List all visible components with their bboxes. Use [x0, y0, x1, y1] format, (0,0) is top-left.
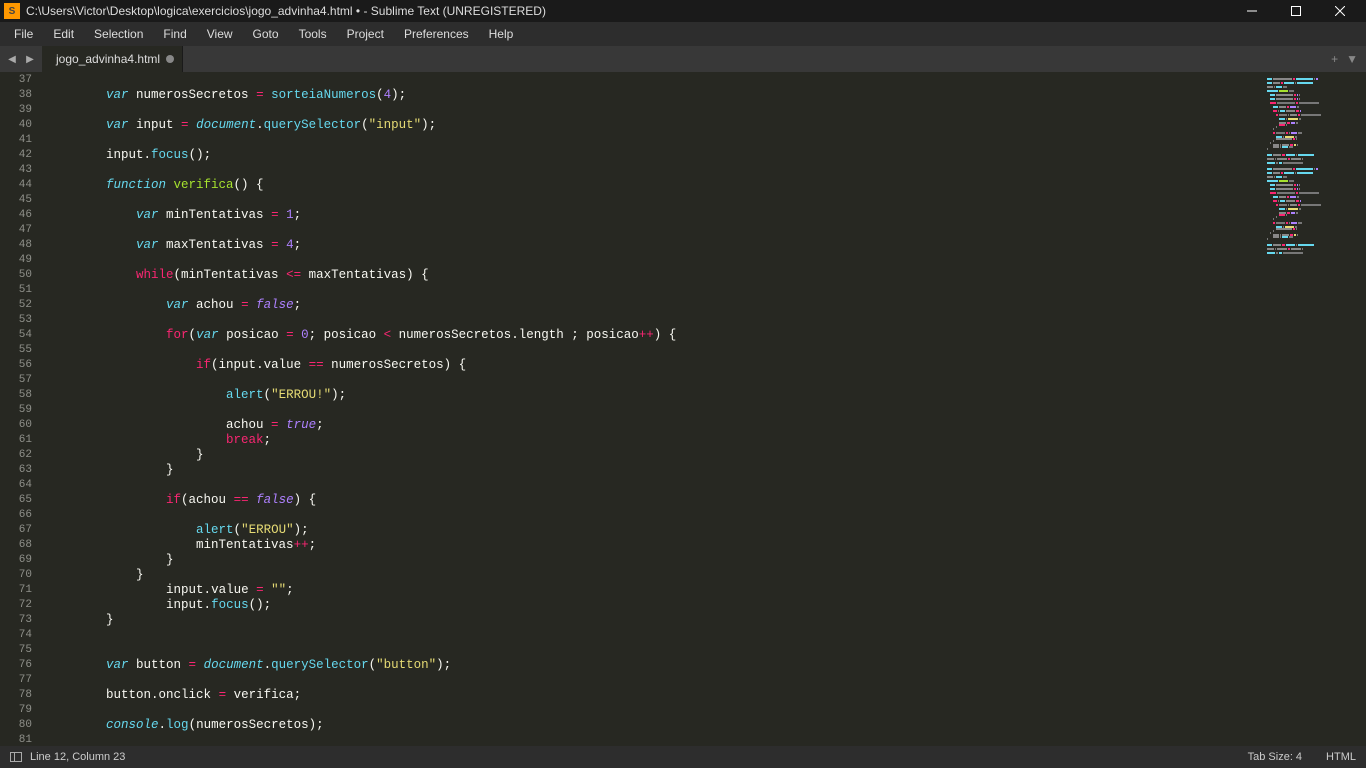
tab-menu-icon[interactable]: ▼ [1346, 52, 1358, 66]
app-icon: S [4, 3, 20, 19]
syntax-mode[interactable]: HTML [1326, 751, 1356, 763]
menu-file[interactable]: File [4, 24, 43, 44]
dirty-indicator-icon [166, 55, 174, 63]
menu-selection[interactable]: Selection [84, 24, 153, 44]
editor[interactable]: 3738394041424344454647484950515253545556… [0, 72, 1366, 746]
menu-find[interactable]: Find [153, 24, 196, 44]
tab-nav: ◀ ▶ [0, 46, 42, 72]
minimap[interactable] [1256, 72, 1366, 746]
menu-view[interactable]: View [197, 24, 243, 44]
tab-next-icon[interactable]: ▶ [22, 51, 38, 67]
statusbar: Line 12, Column 23 Tab Size: 4 HTML [0, 746, 1366, 768]
tab-active[interactable]: jogo_advinha4.html [42, 46, 183, 72]
window-title: C:\Users\Victor\Desktop\logica\exercicio… [26, 4, 1230, 18]
maximize-button[interactable] [1274, 0, 1318, 22]
titlebar: S C:\Users\Victor\Desktop\logica\exercic… [0, 0, 1366, 22]
status-right: Tab Size: 4 HTML [1248, 751, 1356, 763]
tabbar-right: + ▼ [1323, 46, 1366, 72]
cursor-position: Line 12, Column 23 [30, 751, 125, 763]
tabbar: ◀ ▶ jogo_advinha4.html + ▼ [0, 46, 1366, 72]
tab-prev-icon[interactable]: ◀ [4, 51, 20, 67]
close-button[interactable] [1318, 0, 1362, 22]
panel-switch-icon[interactable] [10, 752, 22, 762]
tab-size[interactable]: Tab Size: 4 [1248, 751, 1302, 763]
window-controls [1230, 0, 1362, 22]
tab-label: jogo_advinha4.html [56, 52, 160, 66]
menubar: FileEditSelectionFindViewGotoToolsProjec… [0, 22, 1366, 46]
menu-help[interactable]: Help [479, 24, 524, 44]
menu-preferences[interactable]: Preferences [394, 24, 479, 44]
line-gutter: 3738394041424344454647484950515253545556… [0, 72, 42, 746]
code-area[interactable]: var numerosSecretos = sorteiaNumeros(4);… [46, 72, 1366, 746]
menu-project[interactable]: Project [337, 24, 394, 44]
menu-goto[interactable]: Goto [243, 24, 289, 44]
new-tab-icon[interactable]: + [1331, 52, 1338, 66]
minimize-button[interactable] [1230, 0, 1274, 22]
menu-edit[interactable]: Edit [43, 24, 84, 44]
menu-tools[interactable]: Tools [289, 24, 337, 44]
status-left: Line 12, Column 23 [10, 751, 125, 763]
